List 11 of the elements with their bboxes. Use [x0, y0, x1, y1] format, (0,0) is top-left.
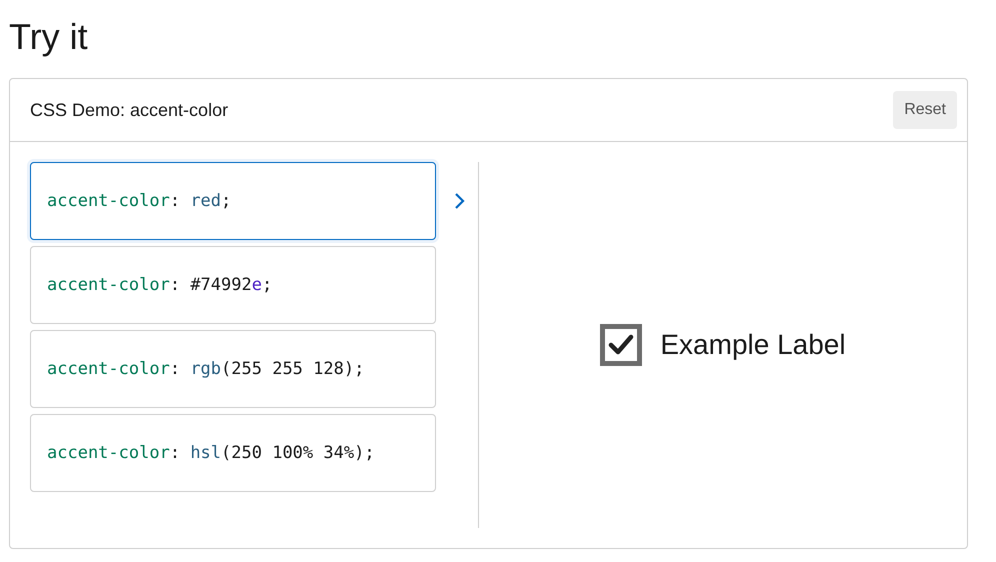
- checkbox-label: Example Label: [660, 329, 846, 361]
- code-option[interactable]: accent-color: hsl(250 100% 34%);: [30, 414, 436, 492]
- page-heading: Try it: [9, 15, 89, 59]
- code-option[interactable]: accent-color: red;: [30, 162, 436, 240]
- checkbox[interactable]: [600, 324, 642, 366]
- chevron-right-icon: [454, 192, 466, 210]
- demo-title: CSS Demo: accent-color: [30, 100, 228, 120]
- code-option[interactable]: accent-color: #74992e;: [30, 246, 436, 324]
- code-option[interactable]: accent-color: rgb(255 255 128);: [30, 330, 436, 408]
- reset-button[interactable]: Reset: [893, 91, 957, 129]
- checkmark-icon: [608, 334, 634, 356]
